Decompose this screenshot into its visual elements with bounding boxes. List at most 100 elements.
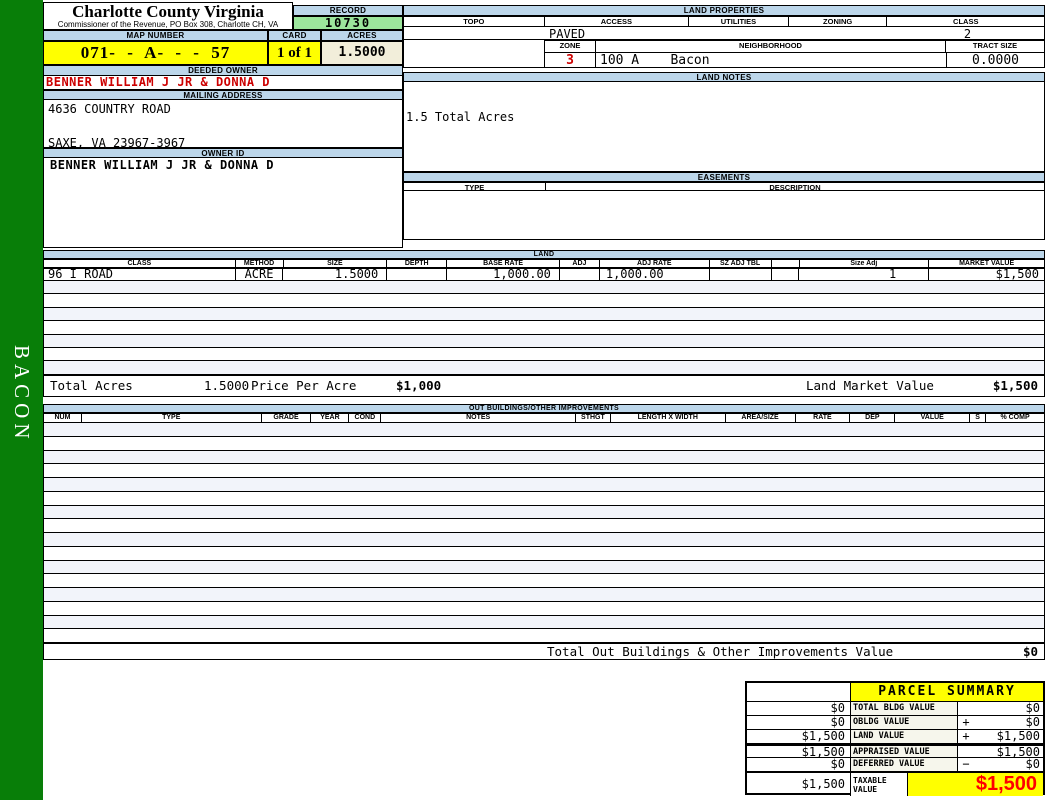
easements-header: TYPE DESCRIPTION xyxy=(403,182,1045,191)
out-building-empty-row xyxy=(44,574,1044,588)
ob-col-rate: RATE xyxy=(796,414,851,422)
land-col-adj-rate: ADJ RATE xyxy=(600,260,710,267)
zone-header-row: ZONE NEIGHBORHOOD TRACT SIZE xyxy=(544,40,1045,52)
neighborhood-value: 100 A Bacon xyxy=(600,53,710,67)
ps-op-obldg: + xyxy=(962,715,970,729)
total-acres-label: Total Acres xyxy=(50,378,133,393)
tract-size-label: TRACT SIZE xyxy=(972,41,1018,50)
ob-col-cond: COND xyxy=(349,414,382,422)
acres-value: 1.5000 xyxy=(321,41,403,65)
ps-op-land: + xyxy=(962,729,970,743)
parcel-summary: PARCEL SUMMARY $0 TOTAL BLDG VALUE $0 $0… xyxy=(745,681,1045,796)
ob-col-type: TYPE xyxy=(82,414,262,422)
class-value: 2 xyxy=(963,27,972,41)
easement-type-label: TYPE xyxy=(404,183,546,190)
ps-row-land: $1,500 LAND VALUE + $1,500 xyxy=(747,730,1043,744)
land-notes-box[interactable]: 1.5 Total Acres xyxy=(403,82,1045,172)
land-note-text: 1.5 Total Acres xyxy=(406,110,515,124)
ps-left-deferred: $0 xyxy=(747,758,851,771)
ps-row-obldg: $0 OBLDG VALUE + $0 xyxy=(747,716,1043,730)
ps-left-total-bldg: $0 xyxy=(747,702,851,715)
address-line1: 4636 COUNTRY ROAD xyxy=(48,102,171,116)
land-depth-value xyxy=(387,269,448,280)
col-access: ACCESS xyxy=(545,17,690,26)
land-empty-row xyxy=(44,361,1044,375)
mailing-address-box: 4636 COUNTRY ROAD SAXE, VA 23967-3967 xyxy=(43,100,403,150)
ps-op-deferred: − xyxy=(962,757,970,771)
ps-label-deferred: DEFERRED VALUE xyxy=(851,758,958,771)
land-method-value: ACRE xyxy=(236,269,284,280)
out-buildings-title: OUT BUILDINGS/OTHER IMPROVEMENTS xyxy=(43,404,1045,413)
out-building-empty-row xyxy=(44,519,1044,533)
ps-op-total-bldg xyxy=(958,702,974,715)
out-building-empty-row xyxy=(44,464,1044,478)
out-building-empty-row xyxy=(44,478,1044,492)
land-table-header: CLASS METHOD SIZE DEPTH BASE RATE ADJ AD… xyxy=(43,259,1045,268)
tract-size-value: 0.0000 xyxy=(946,53,1044,68)
out-buildings-empty-rows xyxy=(43,423,1045,643)
ps-value-land: $1,500 xyxy=(996,729,1040,743)
land-col-market-value: MARKET VALUE xyxy=(959,260,1015,267)
land-col-adj: ADJ xyxy=(560,260,600,267)
land-market-value-label: Land Market Value xyxy=(806,378,934,393)
ob-col-year: YEAR xyxy=(311,414,350,422)
ob-col-notes: NOTES xyxy=(381,414,576,422)
mailing-address-label: MAILING ADDRESS xyxy=(43,90,403,100)
price-per-acre-value: $1,000 xyxy=(396,378,442,393)
ps-row-deferred: $0 DEFERRED VALUE − $0 xyxy=(747,758,1043,772)
land-size-value: 1.5000 xyxy=(283,269,388,280)
out-building-empty-row xyxy=(44,601,1044,616)
record-label: RECORD xyxy=(293,5,403,16)
county-header: Charlotte County Virginia Commissioner o… xyxy=(43,2,293,30)
zone-value: 3 xyxy=(545,53,596,67)
land-properties-values: PAVED 2 xyxy=(403,26,1045,41)
land-properties-header: TOPO ACCESS UTILITIES ZONING CLASS xyxy=(403,16,1045,26)
ob-col-num: NUM xyxy=(44,414,82,422)
land-col-class: CLASS xyxy=(44,260,236,267)
land-base-rate-value: 1,000.00 xyxy=(447,269,560,280)
out-building-empty-row xyxy=(44,505,1044,520)
land-class-value: 96 I ROAD xyxy=(44,269,236,280)
acres-label: ACRES xyxy=(321,30,403,41)
land-col-depth: DEPTH xyxy=(387,260,448,267)
neighborhood-sidebar-label: BACON xyxy=(10,345,34,444)
ob-col-area-size: AREA/SIZE xyxy=(726,414,796,422)
col-topo: TOPO xyxy=(404,17,545,26)
land-properties-title: LAND PROPERTIES xyxy=(403,5,1045,16)
land-market-value: $1,500 xyxy=(995,269,1039,280)
card-value[interactable]: 1 of 1 xyxy=(268,41,321,65)
land-empty-row xyxy=(44,307,1044,322)
land-empty-row xyxy=(44,281,1044,295)
owner-block-spacer xyxy=(43,172,403,248)
land-col-size: SIZE xyxy=(284,260,388,267)
easements-empty-box xyxy=(403,191,1045,240)
ps-label-land: LAND VALUE xyxy=(851,730,958,743)
land-table-row[interactable]: 96 I ROAD ACRE 1.5000 1,000.00 1,000.00 … xyxy=(43,268,1045,281)
sidebar: BACON xyxy=(0,0,43,800)
out-building-empty-row xyxy=(44,533,1044,547)
zone-label: ZONE xyxy=(545,41,596,52)
map-number-value[interactable]: 071- - A- - - 57 xyxy=(43,41,268,65)
total-acres-value: 1.5000 xyxy=(204,378,250,393)
ps-label-obldg: OBLDG VALUE xyxy=(851,716,958,729)
county-title: Charlotte County Virginia xyxy=(72,2,264,21)
land-size-adj-value: 1 xyxy=(799,269,930,280)
land-empty-row xyxy=(44,334,1044,349)
land-empty-row xyxy=(44,321,1044,335)
easement-description-label: DESCRIPTION xyxy=(769,183,821,190)
land-col-size-adj: Size Adj xyxy=(800,260,930,267)
access-value: PAVED xyxy=(549,27,586,41)
ob-col-pct-comp: % COMP xyxy=(1000,414,1030,421)
ps-left-land: $1,500 xyxy=(747,730,851,743)
ps-op-appraised xyxy=(958,746,974,757)
ps-label-appraised: APPRAISED VALUE xyxy=(851,746,958,757)
price-per-acre-label: Price Per Acre xyxy=(251,378,357,393)
ps-label-taxable: TAXABLE VALUE xyxy=(851,773,908,796)
ob-col-length-width: LENGTH X WIDTH xyxy=(611,414,726,422)
map-number-label: MAP NUMBER xyxy=(43,30,268,41)
ps-left-taxable: $1,500 xyxy=(747,773,851,796)
land-sz-adj-tbl-value xyxy=(710,269,772,280)
land-empty-row xyxy=(44,348,1044,362)
topo-empty-cell xyxy=(403,40,545,68)
record-value[interactable]: 10730 xyxy=(293,16,403,30)
